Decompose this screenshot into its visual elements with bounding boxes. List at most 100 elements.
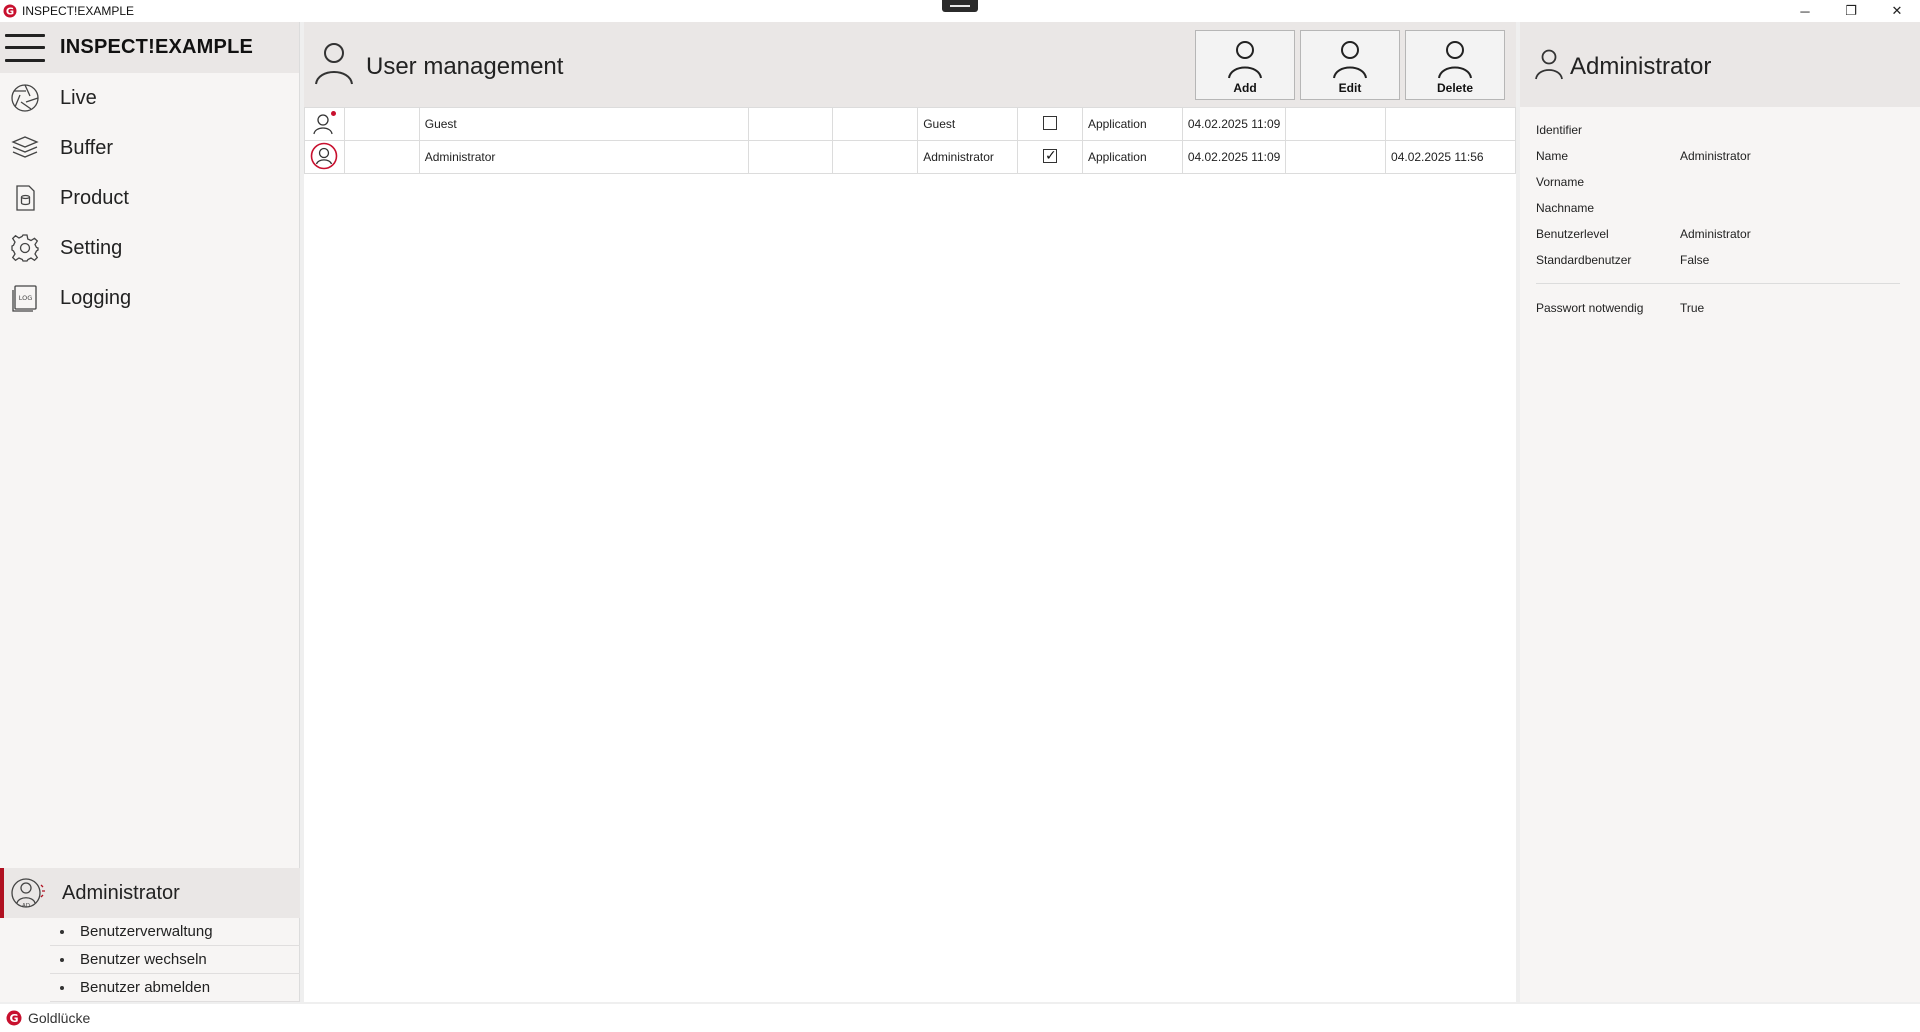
add-label: Add [1233,81,1257,95]
sidebar-item-logging[interactable]: LOG Logging [0,273,299,323]
admin-user-icon [310,142,338,169]
submenu-label: Benutzer wechseln [80,951,207,968]
sidebar-item-label: Logging [60,286,132,309]
table-cell [832,107,919,141]
aperture-icon [11,84,39,112]
user-table: Guest Guest Application 04.02.2025 11:09 [304,107,1516,174]
created-cell: 04.02.2025 11:09 [1181,140,1287,174]
table-cell [1285,107,1387,141]
sidebar-item-label: Setting [60,236,123,259]
prop-label: Vorname [1536,175,1585,189]
minimize-button[interactable]: ─ [1782,0,1828,22]
guest-user-icon [313,110,336,134]
edit-user-icon [1333,41,1367,79]
default-user-cell [1017,107,1083,141]
last-login-cell [1385,107,1516,141]
table-cell [1285,140,1387,174]
window-title: INSPECT!EXAMPLE [22,4,135,18]
prop-nachname: Nachname [1536,201,1680,221]
sidebar-item-product[interactable]: Product [0,173,299,223]
status-text: Goldlücke [28,1010,91,1026]
table-row[interactable]: Administrator Administrator Application … [304,140,1516,174]
table-row[interactable]: Guest Guest Application 04.02.2025 11:09 [304,107,1516,141]
add-user-icon [1228,41,1262,79]
default-user-checkbox[interactable] [1043,147,1058,164]
user-menu-label: Administrator [62,881,180,904]
table-cell [343,107,420,141]
prop-passwort: Passwort notwendig True [1536,301,1704,321]
sidebar-item-buffer[interactable]: Buffer [0,123,299,173]
prop-identifier: Identifier [1536,123,1680,143]
brand-name: INSPECT!EXAMPLE [60,36,254,58]
prop-label: Passwort notwendig [1536,301,1644,315]
created-cell: 04.02.2025 11:09 [1181,107,1287,141]
source-cell: Application [1081,140,1183,174]
edit-user-button[interactable]: Edit [1300,30,1400,100]
app-area: INSPECT!EXAMPLE Live Buffer Product Sett… [0,22,1920,1004]
divider [1536,283,1900,284]
user-menu-header[interactable]: AD Administrator [0,868,300,918]
prop-value: Administrator [1680,227,1751,241]
company-logo-icon: G [6,1010,22,1026]
prop-label: Standardbenutzer [1536,253,1632,267]
sidebar-item-setting[interactable]: Setting [0,223,299,273]
main-header: User management Add Edit Delete [304,22,1516,107]
details-header: Administrator [1520,22,1920,107]
prop-value: Administrator [1680,149,1751,163]
sidebar-item-label: Product [60,186,129,209]
prop-vorname: Vorname [1536,175,1680,195]
drag-handle[interactable] [942,0,978,12]
delete-user-icon [1438,41,1472,79]
app-logo-icon: G [3,4,17,18]
user-name-cell: Administrator [418,140,749,174]
default-user-checkbox[interactable] [1043,115,1058,130]
default-user-cell [1017,140,1083,174]
prop-benutzerlevel: Benutzerlevel Administrator [1536,227,1751,247]
last-login-cell: 04.02.2025 11:56 [1385,140,1516,174]
submenu-switch-user[interactable]: Benutzer wechseln [50,946,300,974]
restore-button[interactable]: ❐ [1828,0,1874,22]
submenu-user-management[interactable]: Benutzerverwaltung [50,918,300,946]
main-panel: User management Add Edit Delete Guest Gu… [304,22,1516,1002]
prop-label: Benutzerlevel [1536,227,1609,241]
layers-icon [11,136,39,158]
user-name-cell: Guest [418,107,749,141]
prop-label: Name [1536,149,1569,163]
gear-icon [11,234,39,262]
prop-standardbenutzer: Standardbenutzer False [1536,253,1709,273]
prop-name: Name Administrator [1536,149,1751,169]
bullet-icon [60,985,64,990]
prop-label: Identifier [1536,123,1583,137]
svg-text:G: G [6,7,14,18]
hamburger-menu-icon[interactable] [5,33,45,62]
user-icon [315,43,353,85]
prop-value: False [1680,253,1710,267]
submenu-logout[interactable]: Benutzer abmelden [50,974,300,1002]
details-title: Administrator [1570,53,1712,80]
user-level-cell: Guest [917,107,1019,141]
submenu-label: Benutzerverwaltung [80,923,213,940]
table-cell [747,140,834,174]
bullet-icon [60,929,64,934]
status-bar: G Goldlücke [0,1004,1920,1032]
sidebar-item-live[interactable]: Live [0,73,299,123]
row-icon-cell [304,107,345,141]
source-cell: Application [1081,107,1183,141]
delete-user-button[interactable]: Delete [1405,30,1505,100]
svg-text:G: G [9,1012,18,1025]
sidebar-item-label: Buffer [60,136,113,159]
bullet-icon [60,957,64,962]
close-button[interactable]: ✕ [1874,0,1920,22]
prop-label: Nachname [1536,201,1595,215]
table-cell [747,107,834,141]
row-icon-cell [304,140,345,174]
product-icon [16,185,35,211]
table-cell [343,140,420,174]
sidebar: INSPECT!EXAMPLE Live Buffer Product Sett… [0,22,300,1002]
user-icon [1535,49,1563,80]
add-user-button[interactable]: Add [1195,30,1295,100]
title-bar: G INSPECT!EXAMPLE ─ ❐ ✕ [0,0,1920,22]
admin-badge-text: AD [22,903,30,909]
sidebar-item-label: Live [60,86,97,109]
user-menu: AD Administrator Benutzerverwaltung Benu… [0,868,300,1002]
